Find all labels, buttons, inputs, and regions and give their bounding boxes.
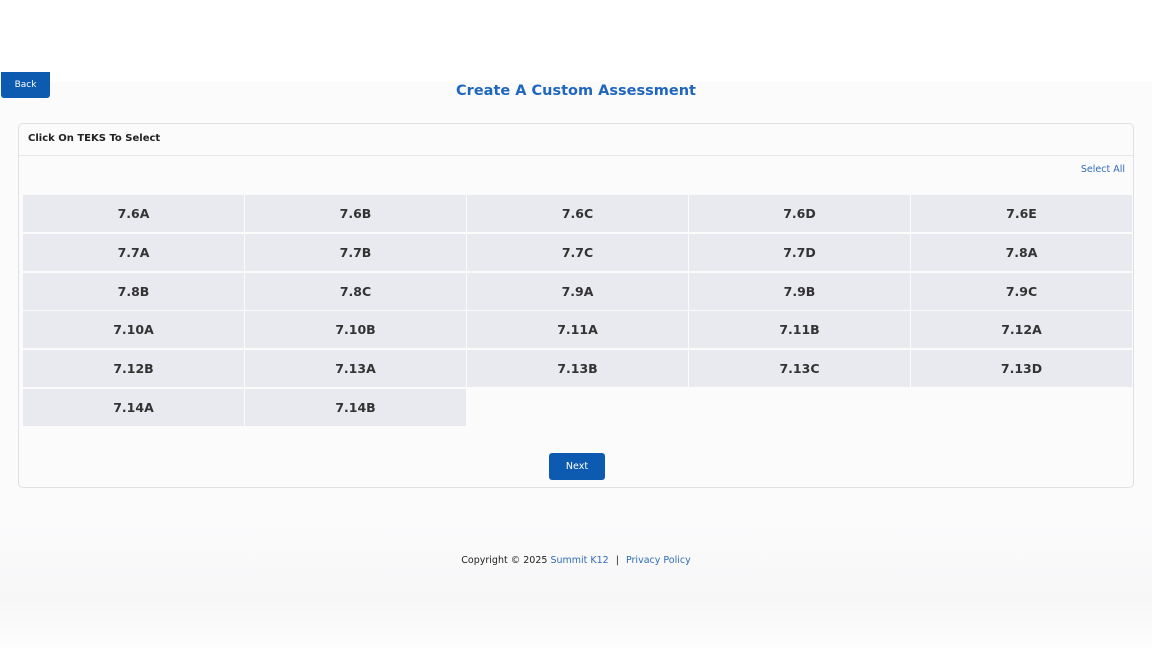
page: Back Create A Custom Assessment Click On… [0,0,1152,648]
teks-item[interactable]: 7.11B [689,311,910,349]
select-all-link[interactable]: Select All [1081,164,1125,175]
teks-item[interactable]: 7.6C [467,195,688,232]
footer: Copyright © 2025 Summit K12 | Privacy Po… [0,555,1152,566]
teks-item[interactable]: 7.9A [467,272,688,310]
page-title: Create A Custom Assessment [456,83,696,99]
teks-item[interactable]: 7.6A [23,195,244,232]
teks-item[interactable]: 7.14A [23,388,244,426]
teks-item[interactable]: 7.8C [245,272,466,310]
teks-grid: 7.6A 7.6B 7.6C 7.6D 7.6E 7.7A 7.7B 7.7C … [23,195,1132,426]
teks-item[interactable]: 7.14B [245,388,466,426]
top-bar [0,0,1152,82]
teks-item[interactable]: 7.12B [23,350,244,388]
copyright-text: Copyright © 2025 [461,555,548,566]
teks-item[interactable]: 7.7A [23,233,244,271]
teks-item[interactable]: 7.11A [467,311,688,349]
teks-item[interactable]: 7.7B [245,233,466,271]
teks-item[interactable]: 7.10B [245,311,466,349]
privacy-policy-link[interactable]: Privacy Policy [626,555,691,566]
teks-item[interactable]: 7.13C [689,350,910,388]
teks-item[interactable]: 7.7C [467,233,688,271]
teks-item[interactable]: 7.13D [911,350,1132,388]
teks-item[interactable]: 7.6B [245,195,466,232]
teks-item[interactable]: 7.10A [23,311,244,349]
teks-item[interactable]: 7.13B [467,350,688,388]
teks-item[interactable]: 7.6E [911,195,1132,232]
teks-item[interactable]: 7.12A [911,311,1132,349]
footer-separator: | [615,555,619,566]
teks-item[interactable]: 7.7D [689,233,910,271]
teks-item[interactable]: 7.8B [23,272,244,310]
teks-item[interactable]: 7.6D [689,195,910,232]
teks-item[interactable]: 7.8A [911,233,1132,271]
next-button[interactable]: Next [549,453,605,480]
teks-selection-card: Click On TEKS To Select Select All 7.6A … [18,123,1134,488]
teks-item[interactable]: 7.13A [245,350,466,388]
teks-item[interactable]: 7.9B [689,272,910,310]
card-header: Click On TEKS To Select [19,124,1133,156]
teks-item[interactable]: 7.9C [911,272,1132,310]
summit-k12-link[interactable]: Summit K12 [550,555,608,566]
